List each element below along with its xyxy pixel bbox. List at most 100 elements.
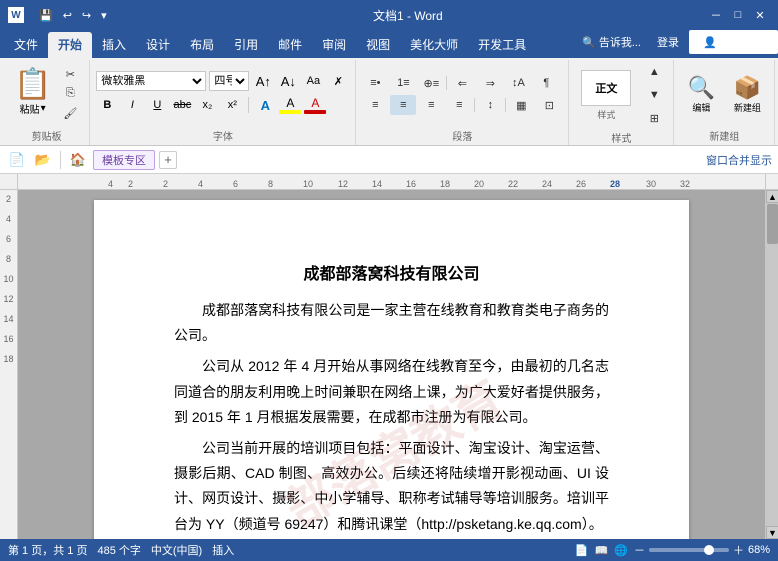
font-color-button[interactable]: A <box>304 96 326 114</box>
sign-in-button[interactable]: 登录 <box>651 32 685 52</box>
document-page: 部落窝教育 成都部落窝科技有限公司 成都部落窝科技有限公司是一家主营在线教育和教… <box>94 200 689 539</box>
close-button[interactable]: ✕ <box>750 5 770 25</box>
underline-button[interactable]: U <box>146 95 168 115</box>
tab-mailings[interactable]: 邮件 <box>268 32 312 58</box>
view-web-btn[interactable]: 🌐 <box>614 544 628 557</box>
document-body[interactable]: 成都部落窝科技有限公司是一家主营在线教育和教育类电子商务的公司。 公司从 201… <box>174 298 609 537</box>
copy-button[interactable]: ⎘ <box>57 85 83 102</box>
styles-group-label: 样式 <box>611 128 631 145</box>
view-read-btn[interactable]: 📖 <box>595 544 609 557</box>
format-painter-button[interactable]: 🖌 <box>57 105 83 122</box>
zoom-slider[interactable] <box>649 548 729 552</box>
styles-more[interactable]: ⊞ <box>641 108 667 128</box>
ruler-area: 4 2 2 4 6 8 10 12 14 16 18 20 22 24 26 2… <box>0 174 778 190</box>
font-divider <box>248 97 249 113</box>
newgroup-icon: 📦 <box>734 75 761 101</box>
para-row1: ≡• 1≡ ⊕≡ ⇐ ⇒ ↕A ¶ <box>362 73 562 93</box>
align-center-button[interactable]: ≡ <box>390 95 416 115</box>
maximize-button[interactable]: □ <box>728 5 748 25</box>
italic-button[interactable]: I <box>121 95 143 115</box>
zoom-in-button[interactable]: ＋ <box>733 542 744 558</box>
font-family-select[interactable]: 微软雅黑 <box>96 71 206 91</box>
ruler-marks: 4 2 2 4 6 8 10 12 14 16 18 20 22 24 26 2… <box>18 174 765 189</box>
tab-home[interactable]: 开始 <box>48 32 92 58</box>
highlight-button[interactable]: A <box>279 96 301 114</box>
tab-developer[interactable]: 开发工具 <box>468 32 536 58</box>
ribbon-content: 📋 粘贴▾ ✂ ⎘ 🖌 剪贴板 微软雅黑 四 <box>0 58 778 146</box>
tab-beautify[interactable]: 美化大师 <box>400 32 468 58</box>
new-doc-button[interactable]: 📄 <box>6 149 28 171</box>
redo-button[interactable]: ↪ <box>79 7 94 24</box>
save-button[interactable]: 💾 <box>36 7 56 24</box>
superscript-button[interactable]: x² <box>221 95 243 115</box>
cut-button[interactable]: ✂ <box>57 66 83 83</box>
font-size-select[interactable]: 四号 <box>209 71 249 91</box>
scroll-thumb[interactable] <box>767 204 778 244</box>
increase-indent-button[interactable]: ⇒ <box>477 73 503 93</box>
paste-button[interactable]: 📋 粘贴▾ <box>10 66 55 122</box>
align-left-button[interactable]: ≡ <box>362 95 388 115</box>
styles-down[interactable]: ▼ <box>641 85 667 105</box>
line-spacing-button[interactable]: ↕ <box>477 95 503 115</box>
decrease-indent-button[interactable]: ⇐ <box>449 73 475 93</box>
customize-quick-access[interactable]: ▾ <box>98 7 110 24</box>
edit-button[interactable]: 🔍 编辑 <box>680 72 722 117</box>
para-0: 成都部落窝科技有限公司是一家主营在线教育和教育类电子商务的公司。 <box>174 298 609 348</box>
numbering-button[interactable]: 1≡ <box>390 73 416 93</box>
zoom-level[interactable]: 68% <box>748 544 770 556</box>
window-merge-button[interactable]: 窗口合并显示 <box>706 152 772 168</box>
bold-button[interactable]: B <box>96 95 118 115</box>
tab-layout[interactable]: 布局 <box>180 32 224 58</box>
tab-references[interactable]: 引用 <box>224 32 268 58</box>
document-title[interactable]: 成都部落窝科技有限公司 <box>174 260 609 284</box>
ribbon-tab-bar: 文件 开始 插入 设计 布局 引用 邮件 审阅 视图 美化大师 开发工具 🔍 告… <box>0 30 778 58</box>
align-right-button[interactable]: ≡ <box>418 95 444 115</box>
grow-font-button[interactable]: A↑ <box>252 71 274 91</box>
ribbon-group-font: 微软雅黑 四号 A↑ A↓ Aa ✗ B I U abc x₂ x² A <box>90 60 356 145</box>
sort-button[interactable]: ↕A <box>505 73 531 93</box>
tab-view[interactable]: 视图 <box>356 32 400 58</box>
border-button[interactable]: ⊡ <box>536 95 562 115</box>
scroll-up-button[interactable]: ▲ <box>766 190 778 203</box>
language: 中文(中国) <box>151 542 202 558</box>
home-button[interactable]: 🏠 <box>67 149 89 171</box>
tab-insert[interactable]: 插入 <box>92 32 136 58</box>
strikethrough-button[interactable]: abc <box>171 95 193 115</box>
ribbon-group-styles: 正文 样式 ▲ ▼ ⊞ 样式 <box>569 60 674 145</box>
change-case-button[interactable]: Aa <box>302 71 324 91</box>
horizontal-ruler: 4 2 2 4 6 8 10 12 14 16 18 20 22 24 26 2… <box>18 174 765 190</box>
tab-design[interactable]: 设计 <box>136 32 180 58</box>
styles-gallery[interactable]: 正文 样式 <box>575 67 637 124</box>
subscript-button[interactable]: x₂ <box>196 95 218 115</box>
minimize-button[interactable]: － <box>706 5 726 25</box>
tab-review[interactable]: 审阅 <box>312 32 356 58</box>
search-commands[interactable]: 🔍 告诉我... <box>576 32 647 52</box>
text-effect-button[interactable]: A <box>254 95 276 115</box>
show-marks-button[interactable]: ¶ <box>533 73 559 93</box>
styles-up[interactable]: ▲ <box>641 62 667 82</box>
new-group-button[interactable]: 📦 新建组 <box>726 72 768 117</box>
add-tab-button[interactable]: + <box>159 151 177 169</box>
justify-button[interactable]: ≡ <box>446 95 472 115</box>
bullets-button[interactable]: ≡• <box>362 73 388 93</box>
view-print-btn[interactable]: 📄 <box>575 544 589 557</box>
share-button[interactable]: 👤 ♂ 共享 <box>689 30 778 54</box>
document-scroll-area[interactable]: 部落窝教育 成都部落窝科技有限公司 成都部落窝科技有限公司是一家主营在线教育和教… <box>18 190 765 539</box>
zoom-thumb[interactable] <box>704 545 714 555</box>
open-doc-button[interactable]: 📂 <box>32 149 54 171</box>
status-right: 📄 📖 🌐 － ＋ 68% <box>575 542 770 558</box>
template-zone[interactable]: 模板专区 <box>93 150 155 170</box>
clear-format-button[interactable]: ✗ <box>327 71 349 91</box>
style-preview: 正文 <box>581 70 631 106</box>
undo-button[interactable]: ↩ <box>60 7 75 24</box>
multilevel-button[interactable]: ⊕≡ <box>418 73 444 93</box>
vertical-ruler: 2 4 6 8 10 12 14 16 18 <box>0 190 18 539</box>
para-divider2 <box>474 98 475 112</box>
para-divider1 <box>446 76 447 90</box>
scroll-down-button[interactable]: ▼ <box>766 526 778 539</box>
zoom-out-button[interactable]: － <box>634 542 645 558</box>
shading-button[interactable]: ▦ <box>508 95 534 115</box>
para-2: 公司当前开展的培训项目包括：平面设计、淘宝设计、淘宝运营、摄影后期、CAD 制图… <box>174 436 609 537</box>
shrink-font-button[interactable]: A↓ <box>277 71 299 91</box>
tab-file[interactable]: 文件 <box>4 32 48 58</box>
